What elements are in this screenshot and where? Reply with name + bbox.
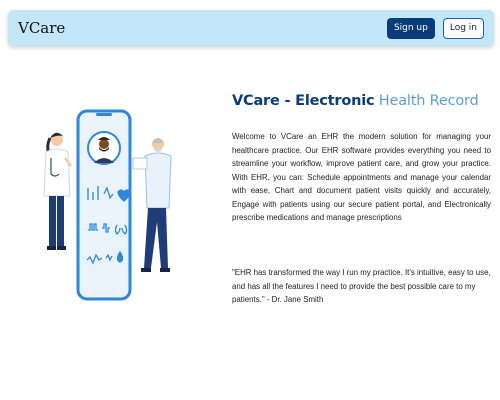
illustration-svg xyxy=(43,109,172,301)
page-title: VCare - Electronic Health Record xyxy=(232,93,492,109)
nav-actions: Sign up Log in xyxy=(386,17,484,39)
female-doctor-figure xyxy=(43,132,72,250)
telehealth-illustration xyxy=(38,108,188,308)
signup-button[interactable]: Sign up xyxy=(386,17,435,39)
page-title-part1: VCare - Electronic xyxy=(232,93,375,109)
brand-logo[interactable]: VCare xyxy=(18,19,65,37)
male-doctor-figure xyxy=(132,138,172,272)
doctor-avatar-icon xyxy=(87,131,121,165)
login-button[interactable]: Log in xyxy=(442,17,484,39)
intro-paragraph: Welcome to VCare an EHR the modern solut… xyxy=(232,132,491,222)
navbar: VCare Sign up Log in xyxy=(8,10,494,46)
page-title-part2: Health Record xyxy=(374,93,479,109)
testimonial-quote: "EHR has transformed the way I run my pr… xyxy=(232,268,491,304)
